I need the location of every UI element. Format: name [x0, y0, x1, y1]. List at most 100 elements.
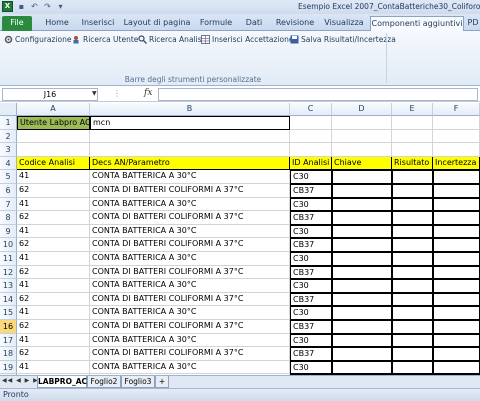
tab-revisione[interactable]: Revisione: [272, 16, 318, 31]
cell-e4[interactable]: Risultato: [392, 156, 433, 171]
cell-e18[interactable]: [392, 347, 433, 361]
cell-b9[interactable]: CONTA BATTERICA A 30°C: [90, 224, 290, 239]
cell-b14[interactable]: CONTA DI BATTERI COLIFORMI A 37°C: [90, 292, 290, 307]
cell-e9[interactable]: [392, 224, 433, 239]
cell-c5[interactable]: C30: [290, 170, 332, 184]
cell-f17[interactable]: [433, 333, 480, 348]
cell-c12[interactable]: CB37: [290, 265, 332, 280]
cell-c15[interactable]: C30: [290, 306, 332, 320]
cell-f11[interactable]: [433, 252, 480, 266]
cell-e19[interactable]: [392, 360, 433, 375]
tab-dati[interactable]: Dati: [240, 16, 268, 31]
select-all-corner[interactable]: [0, 103, 17, 116]
cell-b8[interactable]: CONTA DI BATTERI COLIFORMI A 37°C: [90, 211, 290, 225]
cell-d7[interactable]: [332, 197, 392, 212]
row-header[interactable]: 17: [0, 333, 17, 348]
cell-a14[interactable]: 62: [17, 292, 90, 307]
cell-d15[interactable]: [332, 306, 392, 320]
cell-e17[interactable]: [392, 333, 433, 348]
cell-e15[interactable]: [392, 306, 433, 320]
cell-b6[interactable]: CONTA DI BATTERI COLIFORMI A 37°C: [90, 184, 290, 198]
excel-logo-icon[interactable]: X: [2, 1, 13, 12]
cell-a5[interactable]: 41: [17, 170, 90, 184]
column-header-e[interactable]: E: [392, 103, 433, 116]
row-header[interactable]: 6: [0, 184, 17, 198]
cell-a11[interactable]: 41: [17, 252, 90, 266]
cell-b1[interactable]: mcn: [90, 116, 290, 130]
name-box[interactable]: J16: [2, 88, 98, 101]
cell-a17[interactable]: 41: [17, 333, 90, 348]
cell-f14[interactable]: [433, 292, 480, 307]
row-header[interactable]: 11: [0, 252, 17, 266]
cell-e2[interactable]: [392, 129, 433, 144]
cell-f7[interactable]: [433, 197, 480, 212]
cell-c2[interactable]: [290, 129, 332, 144]
cell-a15[interactable]: 41: [17, 306, 90, 320]
cell-d16[interactable]: [332, 320, 392, 334]
cell-d8[interactable]: [332, 211, 392, 225]
cell-c8[interactable]: CB37: [290, 211, 332, 225]
cell-d18[interactable]: [332, 347, 392, 361]
redo-icon[interactable]: ↷: [43, 2, 52, 11]
cell-c14[interactable]: CB37: [290, 292, 332, 307]
tab-visualizza[interactable]: Visualizza: [322, 16, 366, 31]
cell-d6[interactable]: [332, 184, 392, 198]
cell-b4[interactable]: Decs AN/Parametro: [90, 156, 290, 171]
cell-b12[interactable]: CONTA DI BATTERI COLIFORMI A 37°C: [90, 265, 290, 280]
cell-a1[interactable]: Utente Labpro AC: [17, 116, 90, 130]
tab-formule[interactable]: Formule: [196, 16, 236, 31]
cell-a9[interactable]: 41: [17, 224, 90, 239]
cell-a3[interactable]: [17, 143, 90, 157]
tab-layout-di-pagina[interactable]: Layout di pagina: [122, 16, 192, 31]
row-header[interactable]: 1: [0, 116, 17, 130]
formula-input[interactable]: [158, 88, 478, 101]
fx-icon[interactable]: fx: [144, 88, 152, 98]
cell-a13[interactable]: 41: [17, 279, 90, 293]
cell-a16[interactable]: 62: [17, 320, 90, 334]
cell-e3[interactable]: [392, 143, 433, 157]
row-header[interactable]: 5: [0, 170, 17, 184]
cell-d2[interactable]: [332, 129, 392, 144]
cell-d5[interactable]: [332, 170, 392, 184]
cell-e14[interactable]: [392, 292, 433, 307]
cell-d1[interactable]: [332, 116, 392, 130]
row-header[interactable]: 8: [0, 211, 17, 225]
cell-a2[interactable]: [17, 129, 90, 144]
cell-c10[interactable]: CB37: [290, 238, 332, 252]
cell-b13[interactable]: CONTA BATTERICA A 30°C: [90, 279, 290, 293]
cell-a6[interactable]: 62: [17, 184, 90, 198]
column-header-b[interactable]: B: [90, 103, 290, 116]
cell-c7[interactable]: C30: [290, 197, 332, 212]
row-header[interactable]: 2: [0, 129, 17, 144]
cell-b17[interactable]: CONTA BATTERICA A 30°C: [90, 333, 290, 348]
row-header[interactable]: 4: [0, 156, 17, 171]
column-header-d[interactable]: D: [332, 103, 392, 116]
cell-f1[interactable]: [433, 116, 480, 130]
cell-b7[interactable]: CONTA BATTERICA A 30°C: [90, 197, 290, 212]
tab-home[interactable]: Home: [38, 16, 76, 31]
ricerca-utente-button[interactable]: Ricerca Utente: [72, 35, 138, 44]
resize-handle-icon[interactable]: ⋮: [113, 89, 121, 98]
row-header[interactable]: 7: [0, 197, 17, 212]
sheet-tab-labpro-ac[interactable]: LABPRO_AC: [37, 376, 87, 388]
tab-pd[interactable]: PD: [466, 16, 480, 31]
column-header-f[interactable]: F: [433, 103, 480, 116]
row-header[interactable]: 12: [0, 265, 17, 280]
configurazione-button[interactable]: Configurazione: [4, 35, 71, 44]
row-header[interactable]: 14: [0, 292, 17, 307]
save-icon[interactable]: ▪: [17, 2, 26, 11]
cell-b18[interactable]: CONTA DI BATTERI COLIFORMI A 37°C: [90, 347, 290, 361]
cell-f9[interactable]: [433, 224, 480, 239]
cell-d14[interactable]: [332, 292, 392, 307]
cell-f5[interactable]: [433, 170, 480, 184]
cell-c13[interactable]: C30: [290, 279, 332, 293]
cell-e16[interactable]: [392, 320, 433, 334]
salva-risultati-button[interactable]: Salva Risultati/Incertezza: [290, 35, 396, 44]
cell-a8[interactable]: 62: [17, 211, 90, 225]
cell-c6[interactable]: CB37: [290, 184, 332, 198]
cell-a12[interactable]: 62: [17, 265, 90, 280]
row-header[interactable]: 10: [0, 238, 17, 252]
cell-f16[interactable]: [433, 320, 480, 334]
cell-f10[interactable]: [433, 238, 480, 252]
row-header[interactable]: 18: [0, 347, 17, 361]
